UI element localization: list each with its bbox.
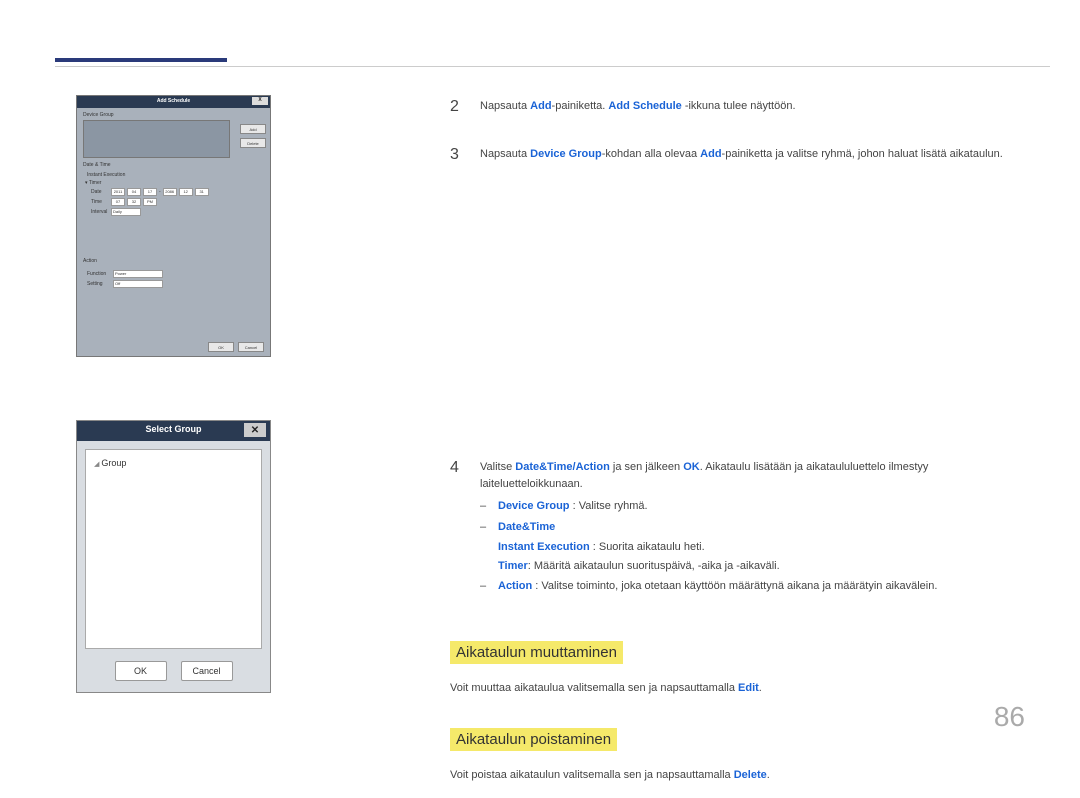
group-tree-item[interactable]: Group <box>94 458 253 468</box>
close-button[interactable]: ✕ <box>244 423 266 437</box>
step-4-sublist: ‒Device Group : Valitse ryhmä. ‒Date&Tim… <box>480 498 1025 595</box>
date-y1[interactable]: 2011 <box>111 188 125 196</box>
device-group-label: Device Group <box>77 108 270 120</box>
select-group-titlebar: Select Group ✕ <box>77 421 270 441</box>
list-sub-item: Instant Execution : Suorita aikataulu he… <box>498 539 1025 556</box>
step-text: Napsauta Add-painiketta. Add Schedule -i… <box>480 95 1025 119</box>
step-number: 3 <box>450 143 464 167</box>
step-2: 2 Napsauta Add-painiketta. Add Schedule … <box>450 95 1025 119</box>
date-m1[interactable]: 04 <box>127 188 141 196</box>
date-y2[interactable]: 2086 <box>163 188 177 196</box>
list-item: ‒Date&Time <box>480 519 1025 536</box>
time-ampm[interactable]: PM <box>143 198 157 206</box>
cancel-button[interactable]: Cancel <box>238 342 264 352</box>
modify-schedule-heading: Aikataulun muuttaminen <box>450 641 623 664</box>
timer-label: ▾ Timer <box>85 180 264 186</box>
cancel-button[interactable]: Cancel <box>181 661 233 681</box>
step-3: 3 Napsauta Device Group-kohdan alla olev… <box>450 143 1025 167</box>
close-icon: X <box>258 97 261 103</box>
close-button[interactable]: X <box>252 97 268 105</box>
list-sub-item: Timer: Määritä aikataulun suorituspäivä,… <box>498 558 1025 575</box>
step-4: 4 Valitse Date&Time/Action ja sen jälkee… <box>450 456 1025 599</box>
delete-button[interactable]: Delete <box>240 138 266 148</box>
date-row: Date 2011 04 17 - 2086 12 31 <box>91 188 264 196</box>
add-schedule-screenshot: Add Schedule X Device Group Add Delete D… <box>76 95 271 357</box>
group-tree: Group <box>85 449 262 649</box>
select-group-screenshot: Select Group ✕ Group OK Cancel <box>76 420 271 693</box>
time-row: Time 07 32 PM <box>91 198 264 206</box>
interval-row: Interval Daily <box>91 208 264 216</box>
ok-button[interactable]: OK <box>208 342 234 352</box>
date-m2[interactable]: 12 <box>179 188 193 196</box>
list-item: ‒Device Group : Valitse ryhmä. <box>480 498 1025 515</box>
date-time-label: Date & Time <box>77 158 270 172</box>
date-d1[interactable]: 17 <box>143 188 157 196</box>
step-number: 4 <box>450 456 464 599</box>
list-item: ‒Action : Valitse toiminto, joka otetaan… <box>480 578 1025 595</box>
select-group-title: Select Group <box>145 424 201 434</box>
modify-schedule-text: Voit muuttaa aikataulua valitsemalla sen… <box>450 680 1025 697</box>
step-number: 2 <box>450 95 464 119</box>
device-group-list <box>83 120 230 158</box>
step-text: Napsauta Device Group-kohdan alla olevaa… <box>480 143 1025 167</box>
add-schedule-title: Add Schedule <box>157 98 190 104</box>
setting-row: Setting Off <box>83 280 270 288</box>
interval-select[interactable]: Daily <box>111 208 141 216</box>
time-m[interactable]: 32 <box>127 198 141 206</box>
delete-schedule-text: Voit poistaa aikataulun valitsemalla sen… <box>450 767 1025 784</box>
header-divider <box>55 66 1050 67</box>
action-label: Action <box>77 254 270 268</box>
close-icon: ✕ <box>251 425 259 436</box>
function-row: Function Power <box>83 270 270 278</box>
delete-schedule-heading: Aikataulun poistaminen <box>450 728 617 751</box>
header-accent <box>55 58 227 62</box>
date-d2[interactable]: 31 <box>195 188 209 196</box>
setting-select[interactable]: Off <box>113 280 163 288</box>
function-select[interactable]: Power <box>113 270 163 278</box>
step-text: Valitse Date&Time/Action ja sen jälkeen … <box>480 456 1025 599</box>
time-h[interactable]: 07 <box>111 198 125 206</box>
add-button[interactable]: Add <box>240 124 266 134</box>
ok-button[interactable]: OK <box>115 661 167 681</box>
instructions-column: 2 Napsauta Add-painiketta. Add Schedule … <box>450 95 1025 798</box>
add-schedule-titlebar: Add Schedule X <box>77 96 270 108</box>
